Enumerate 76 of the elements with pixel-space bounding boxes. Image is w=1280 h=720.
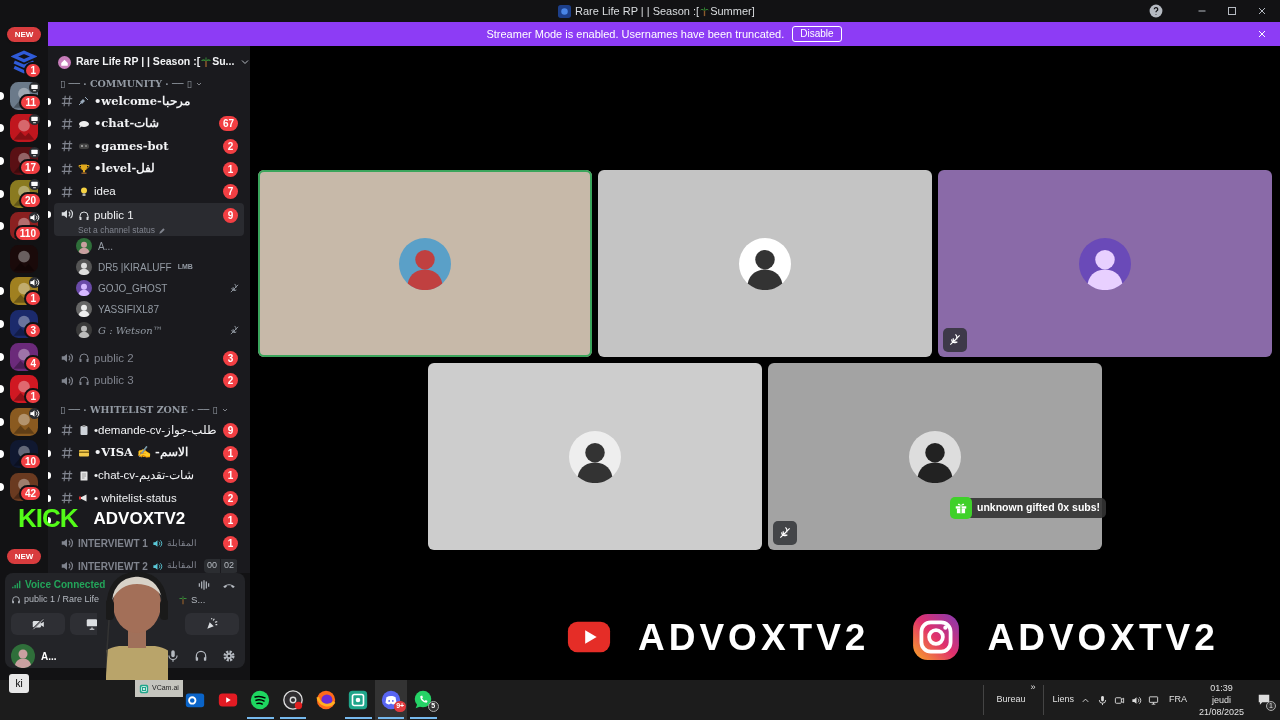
channel-item[interactable]: public 2 3	[54, 346, 244, 370]
voice-user[interactable]: YASSIFIXL87	[76, 298, 240, 320]
tooltip: ki	[9, 674, 29, 693]
channel-name: •welcome-مرحبا	[94, 92, 190, 110]
clock-time: 01:39	[1210, 682, 1233, 694]
unread-badge: 1	[223, 161, 238, 177]
channel-handle: ADVOXTV2	[638, 618, 870, 656]
user-name: G : Wetson™	[98, 323, 163, 338]
channel-name: idea	[94, 184, 116, 200]
channel-item[interactable]: •games-bot 2	[54, 135, 244, 158]
unread-badge: 3	[24, 322, 42, 340]
channel-item[interactable]: idea 7	[54, 180, 244, 203]
new-badge: NEW	[6, 27, 42, 42]
timer-segment: 00	[203, 559, 220, 573]
channel-name: المقابلة	[166, 536, 197, 550]
unread-badge: 2	[223, 139, 238, 154]
channel-item[interactable]: •welcome-مرحبا	[54, 90, 244, 113]
unread-badge: 3	[223, 350, 238, 366]
user-name: A...	[98, 239, 113, 254]
channel-handle: ADVOXTV2	[93, 509, 186, 527]
channel-name: •demande-cv-طلب-جواز	[94, 422, 217, 439]
channel-name: public 1	[94, 207, 134, 223]
category-header[interactable]: ▯ ── · COMMUNITY · ── ▯	[60, 78, 192, 90]
toolbar-label[interactable]: Liens	[1052, 693, 1074, 707]
channel-name: •VISA ✍ -الاسم	[94, 444, 188, 462]
unread-badge: 11	[19, 94, 42, 112]
toolbar-label[interactable]: Bureau	[996, 693, 1026, 707]
channel-name: public 2	[94, 350, 134, 366]
server-name: Rare Life RP | | Season :[	[76, 54, 201, 70]
user-name: YASSIFIXL87	[98, 302, 159, 317]
channel-status[interactable]: Set a channel status	[78, 224, 156, 237]
unread-badge: 2	[223, 490, 238, 506]
channel-name: •chat-شات	[94, 115, 160, 133]
window-title: Summer]	[710, 3, 755, 19]
unread-badge: 1	[223, 468, 238, 484]
channel-handle: ADVOXTV2	[987, 618, 1219, 656]
disable-button[interactable]: Disable	[792, 26, 842, 42]
unread-badge: 67	[218, 116, 238, 132]
unread-badge: 1	[223, 535, 238, 551]
connection-status: Voice Connected	[25, 578, 106, 592]
toolbar-more[interactable]: »	[1030, 681, 1036, 695]
language-indicator[interactable]: FRA	[1168, 693, 1187, 707]
clock-day: jeudi	[1211, 694, 1231, 706]
channel-name: • whitelist-status	[94, 490, 177, 506]
channel-name: •chat-cv-شات-تقديم	[94, 468, 194, 484]
voice-user[interactable]: G : Wetson™	[76, 319, 240, 341]
voice-user[interactable]: A...	[76, 235, 240, 257]
channel-item[interactable]: public 3 2	[54, 369, 244, 393]
streamer-mode-notice: Streamer Mode is enabled. Usernames have been truncated.	[486, 26, 785, 42]
user-name: GOJO_GHOST	[98, 281, 168, 296]
channel-name: •level-لفل	[94, 160, 156, 178]
voice-user[interactable]: GOJO_GHOST	[76, 277, 240, 299]
unread-badge: 2	[223, 373, 238, 389]
clock[interactable]: 01:39 jeudi 21/08/2025	[1198, 682, 1244, 718]
unread-badge: 9	[223, 422, 238, 438]
server-name: Su...	[212, 54, 235, 70]
channel-name: INTERVIEWT 1	[78, 536, 148, 551]
clock-date: 21/08/2025	[1198, 706, 1244, 718]
unread-badge: 1	[223, 445, 238, 461]
user-name: A...	[41, 649, 57, 664]
new-badge: NEW	[6, 549, 42, 565]
voice-location[interactable]: public 1 / Rare Life	[24, 593, 100, 607]
unread-badge: 1	[223, 513, 238, 529]
channel-name: المقابلة	[166, 559, 197, 573]
category-header[interactable]: ▯ ── · WHITELIST ZONE · ── ▯	[60, 404, 218, 417]
unread-badge: 7	[223, 184, 238, 200]
gift-alert: unknown gifted 0x subs!	[969, 498, 1107, 518]
unread-badge: 1	[24, 61, 42, 79]
user-name: DR5 |KIRALUFF	[98, 260, 172, 275]
window-title: Rare Life RP | | Season :[	[575, 3, 700, 19]
voice-location[interactable]: S...	[191, 593, 206, 608]
channel-name: •games-bot	[94, 137, 169, 155]
unread-badge: 9	[223, 207, 238, 223]
channel-name: INTERVIEWT 2	[78, 559, 148, 573]
timer-segment: 02	[221, 559, 237, 573]
channel-name: public 3	[94, 373, 134, 389]
